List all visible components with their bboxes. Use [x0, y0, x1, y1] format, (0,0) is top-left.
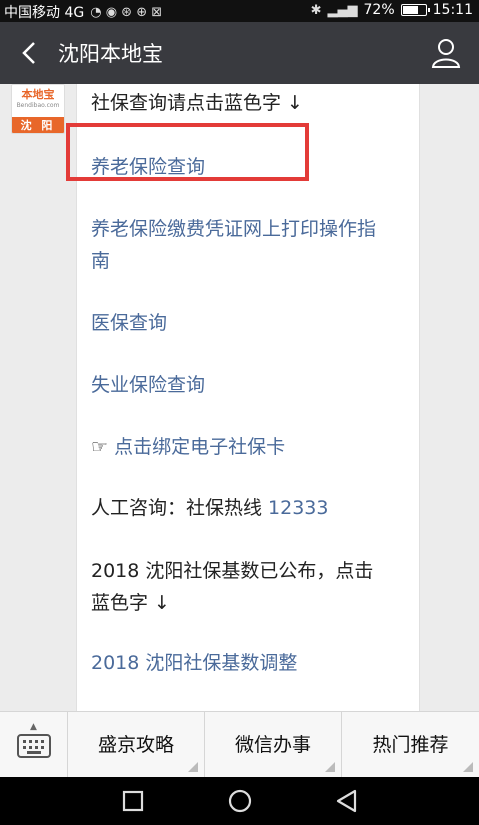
hotline-label: 人工咨询：社保热线 — [91, 497, 269, 519]
account-avatar[interactable]: 本地宝 Bendibao.com 沈 阳 — [11, 84, 65, 134]
avatar-logo-name: 本地宝 — [21, 88, 55, 101]
submenu-indicator-icon — [463, 762, 473, 772]
avatar-city: 沈 阳 — [12, 117, 64, 133]
avatar-logo: 本地宝 Bendibao.com — [12, 85, 64, 117]
menu-item-shengjing-guide[interactable]: 盛京攻略 — [68, 712, 205, 778]
clock: 15:11 — [432, 2, 473, 18]
submenu-indicator-icon — [188, 762, 198, 772]
intro-text: 社保查询请点击蓝色字 ↓ — [91, 92, 303, 114]
profile-icon[interactable] — [431, 37, 461, 69]
link-base-adjust[interactable]: 2018 沈阳社保基数调整 — [91, 648, 297, 679]
link-pension-receipt-line1[interactable]: 养老保险缴费凭证网上打印操作指 — [91, 214, 376, 245]
signal-icon: ▂▄▆ — [327, 2, 358, 18]
link-bind-card[interactable]: 点击绑定电子社保卡 — [114, 436, 285, 458]
chat-area[interactable]: 本地宝 Bendibao.com 沈 阳 社保查询请点击蓝色字 ↓ 养老保险查询… — [0, 84, 479, 711]
page-title: 沈阳本地宝 — [58, 42, 163, 66]
menu-item-label: 盛京攻略 — [97, 734, 174, 756]
hotline-number-link[interactable]: 12333 — [268, 497, 328, 519]
bottom-menu: ▲ 盛京攻略 微信办事 热门推荐 — [0, 711, 479, 778]
menu-item-label: 热门推荐 — [372, 734, 449, 756]
link-medical-query[interactable]: 医保查询 — [91, 308, 167, 339]
status-right: ✱ ▂▄▆ 72% 15:11 — [311, 2, 473, 18]
back-arrow-icon[interactable] — [14, 36, 46, 70]
highlight-box — [66, 123, 309, 181]
carrier-label: 中国移动 4G — [4, 5, 85, 21]
chevron-up-icon: ▲ — [30, 722, 37, 732]
recent-apps-icon[interactable] — [120, 788, 146, 814]
back-triangle-icon[interactable] — [334, 788, 360, 814]
hotline-line: 人工咨询：社保热线 12333 — [91, 493, 329, 524]
battery-percent: 72% — [363, 2, 395, 18]
submenu-indicator-icon — [325, 762, 335, 772]
keyboard-icon — [17, 734, 51, 758]
menu-item-hot-recommend[interactable]: 热门推荐 — [342, 712, 479, 778]
pointing-hand-icon: ☞ — [91, 436, 115, 458]
menu-item-label: 微信办事 — [234, 734, 311, 756]
link-unemployment-query[interactable]: 失业保险查询 — [91, 370, 205, 401]
title-bar: 沈阳本地宝 — [0, 22, 479, 84]
link-pension-receipt-line2[interactable]: 南 — [91, 246, 110, 277]
battery-icon — [400, 4, 430, 16]
avatar-logo-url: Bendibao.com — [16, 102, 60, 109]
status-bar: 中国移动 4G ◔ ◉ ⊛ ⊕ ⊠ ✱ ▂▄▆ 72% 15:11 — [0, 0, 479, 22]
base-notice-line2: 蓝色字 ↓ — [91, 592, 170, 614]
navigation-bar — [0, 777, 479, 825]
bind-card-line: ☞ 点击绑定电子社保卡 — [91, 432, 285, 463]
keyboard-toggle-button[interactable]: ▲ — [0, 712, 68, 778]
notification-icons: ◔ ◉ ⊛ ⊕ ⊠ — [90, 4, 163, 20]
base-notice-line1: 2018 沈阳社保基数已公布，点击 — [91, 560, 374, 582]
bluetooth-icon: ✱ — [310, 2, 322, 18]
menu-item-wechat-services[interactable]: 微信办事 — [205, 712, 342, 778]
status-left: 中国移动 4G ◔ ◉ ⊛ ⊕ ⊠ — [4, 2, 162, 22]
home-icon[interactable] — [227, 788, 253, 814]
